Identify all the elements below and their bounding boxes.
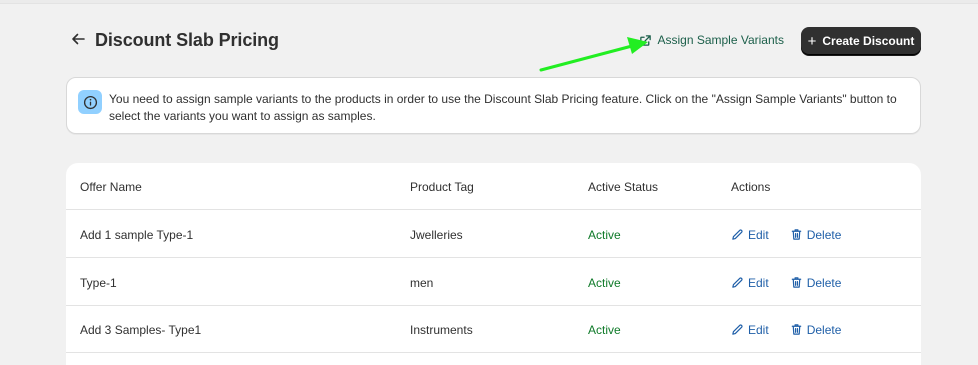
plus-icon: + <box>807 32 817 50</box>
column-header-product-tag: Product Tag <box>410 179 474 194</box>
pencil-icon <box>732 324 743 335</box>
offer-name-cell: Add 3 Samples- Type1 <box>80 322 202 337</box>
offer-name-cell: Type-1 <box>80 275 117 290</box>
edit-label: Edit <box>748 322 769 337</box>
table-row: Add 1 sample Type-1 Jwelleries Active Ed… <box>66 211 921 258</box>
delete-button[interactable]: Delete <box>790 275 842 290</box>
table-row: Add 3 Samples- Type1 Instruments Active … <box>66 306 921 353</box>
actions-cell: Edit Delete <box>731 306 862 353</box>
trash-icon <box>791 324 801 335</box>
edit-label: Edit <box>748 275 769 290</box>
external-link-icon <box>640 34 652 46</box>
table-header-row: Offer Name Product Tag Active Status Act… <box>66 163 921 210</box>
edit-button[interactable]: Edit <box>731 228 769 242</box>
edit-label: Edit <box>748 227 769 242</box>
column-header-actions: Actions <box>731 179 771 194</box>
delete-label: Delete <box>806 275 842 290</box>
product-tag-cell: Jwelleries <box>410 227 463 242</box>
top-divider <box>0 0 978 4</box>
info-banner: You need to assign sample variants to th… <box>66 77 921 134</box>
actions-cell: Edit Delete <box>731 211 862 258</box>
active-status-cell: Active <box>588 227 621 242</box>
active-status-cell: Active <box>588 275 621 290</box>
pencil-icon <box>732 277 743 288</box>
info-banner-text: You need to assign sample variants to th… <box>109 92 897 123</box>
assign-sample-variants-label: Assign Sample Variants <box>657 33 784 47</box>
offer-name-cell: Add 1 sample Type-1 <box>80 227 194 242</box>
product-tag-cell: men <box>410 275 434 290</box>
delete-label: Delete <box>806 227 842 242</box>
page: Discount Slab Pricing Assign Sample Vari… <box>0 0 978 365</box>
assign-sample-variants-link[interactable]: Assign Sample Variants <box>639 33 784 47</box>
delete-button[interactable]: Delete <box>790 227 842 242</box>
actions-cell: Edit Delete <box>731 259 862 306</box>
table-row: Type-1 men Active Edit Delete <box>66 259 921 306</box>
edit-button[interactable]: Edit <box>731 276 769 290</box>
info-icon <box>78 90 102 114</box>
page-title: Discount Slab Pricing <box>95 30 279 50</box>
product-tag-cell: Instruments <box>410 322 473 337</box>
column-header-active-status: Active Status <box>588 179 659 194</box>
pencil-icon <box>732 229 743 240</box>
create-discount-button[interactable]: + Create Discount <box>801 27 921 55</box>
discount-table: Offer Name Product Tag Active Status Act… <box>66 163 921 365</box>
back-arrow-icon[interactable] <box>70 31 86 47</box>
edit-button[interactable]: Edit <box>731 323 769 337</box>
create-discount-label: Create Discount <box>822 34 915 48</box>
active-status-cell: Active <box>588 322 621 337</box>
delete-label: Delete <box>806 322 842 337</box>
trash-icon <box>791 229 801 240</box>
trash-icon <box>791 277 801 288</box>
delete-button[interactable]: Delete <box>790 322 842 337</box>
column-header-offer-name: Offer Name <box>80 179 142 194</box>
page-header: Discount Slab Pricing Assign Sample Vari… <box>66 27 921 55</box>
